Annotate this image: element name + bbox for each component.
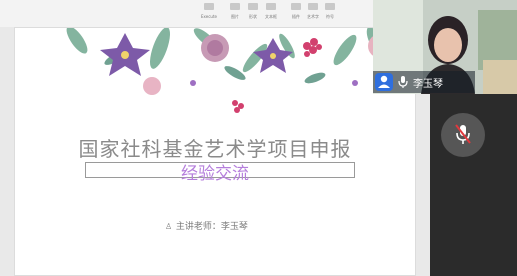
participant-name: 李玉琴 [413,79,443,90]
ribbon-label-symbol: 符号 [326,14,334,19]
picture-icon [230,3,240,10]
ribbon-label-wordart: 艺术字 [307,14,319,19]
slide-subtitle: 经验交流 [181,164,249,184]
user-icon [378,75,390,88]
slide-editor-area: 国家社科基金艺术学项目申报 经验交流 ♙ 主讲老师：李玉琴 [0,27,430,276]
ribbon-button-shape[interactable] [245,3,261,13]
ribbon-label-textbox: 文本框 [265,14,277,19]
shape-icon [248,3,258,10]
person-icon: ♙ [165,222,173,231]
textbox-icon [266,3,276,10]
lecturer-name: 主讲老师：李玉琴 [175,222,248,232]
wordart-icon [308,3,318,10]
user-button[interactable] [375,73,393,91]
ribbon-button-symbol[interactable] [322,3,338,13]
symbol-icon [325,3,335,10]
microphone-icon[interactable] [397,75,409,89]
ribbon-button-plugin[interactable] [288,3,304,13]
ribbon-label-picture: 图片 [231,14,239,19]
floral-decoration [66,28,392,113]
ribbon-button-picture[interactable] [227,3,243,13]
execute-icon [204,3,214,10]
ribbon-label-plugin: 插件 [292,14,300,19]
plugin-icon [291,3,301,10]
ribbon-button-wordart[interactable] [305,3,321,13]
ribbon-button-textbox[interactable] [263,3,279,13]
ribbon-button-execute[interactable] [201,3,217,13]
microphone-muted-icon [455,124,471,144]
ribbon-label-execute: Execute [201,14,217,19]
ribbon-toolbar: Execute 图片 形状 文本框 插件 艺术字 符号 [0,0,430,28]
ribbon-label-shape: 形状 [249,14,257,19]
mute-button[interactable] [441,113,485,157]
lecturer-line: ♙ 主讲老师：李玉琴 [165,219,248,232]
slide-title: 国家社科基金艺术学项目申报 [78,137,352,161]
participant-name-bar: 李玉琴 [373,71,475,93]
slide-canvas[interactable]: 国家社科基金艺术学项目申报 经验交流 ♙ 主讲老师：李玉琴 [14,27,416,276]
